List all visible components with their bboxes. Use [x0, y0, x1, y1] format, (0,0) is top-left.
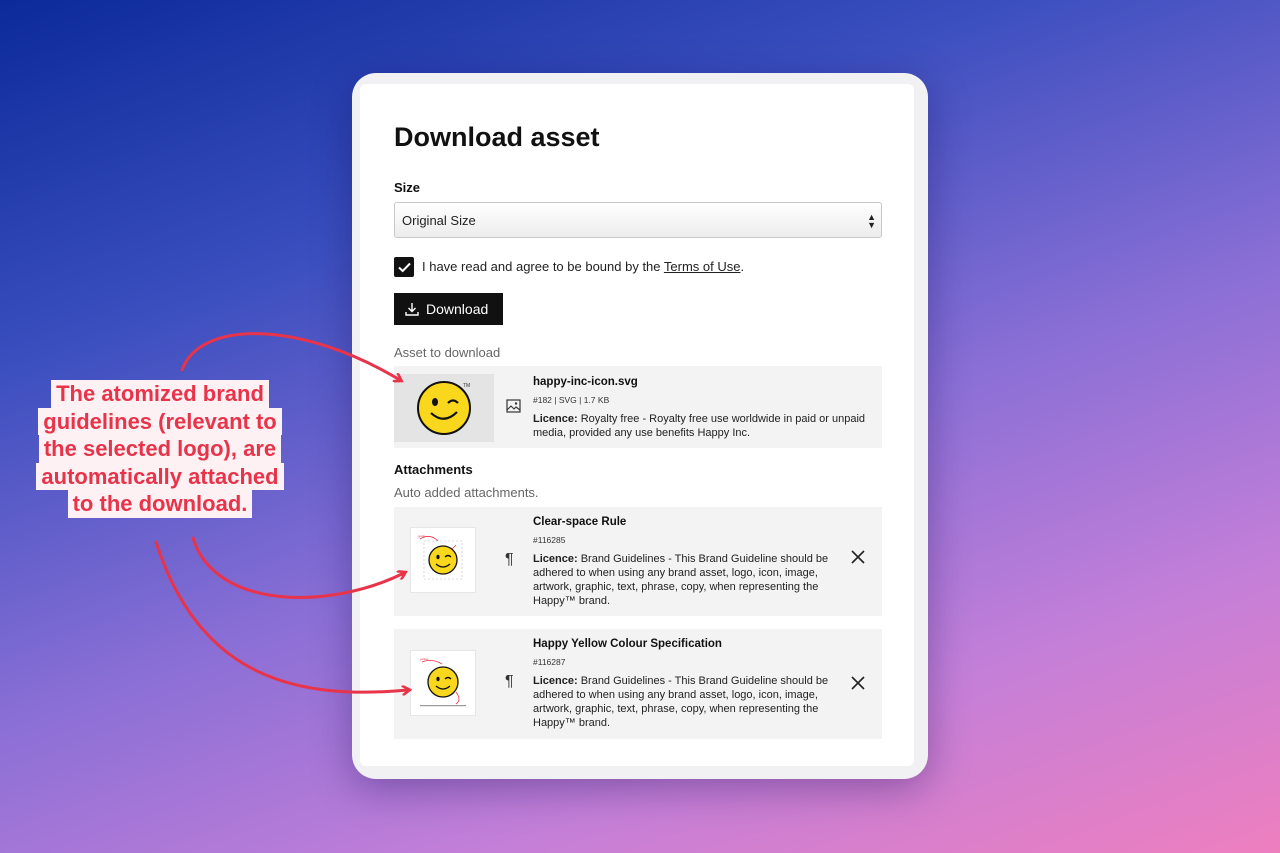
callout-line: The atomized brand	[51, 380, 269, 408]
arrow-to-attachment-2	[154, 540, 408, 692]
callout-line: automatically attached	[36, 462, 284, 490]
callout-line: guidelines (relevant to	[38, 407, 282, 435]
arrow-to-asset	[180, 332, 400, 380]
annotation-callout: The atomized brand guidelines (relevant …	[27, 380, 293, 518]
arrow-to-attachment-1	[191, 536, 404, 599]
callout-line: the selected logo), are	[38, 435, 282, 463]
callout-line: to the download.	[67, 490, 253, 518]
